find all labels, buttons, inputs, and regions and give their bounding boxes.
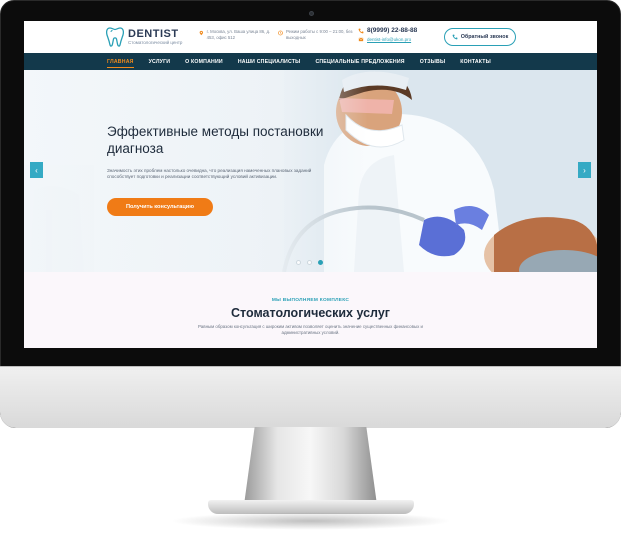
nav-item-offers[interactable]: Специальные предложения [315, 59, 404, 65]
slider-dots [296, 260, 329, 265]
nav-item-about[interactable]: О компании [185, 59, 223, 65]
hero-title: Эффективные методы постановки диагноза [107, 124, 324, 156]
callback-button[interactable]: Обратный звонок [444, 28, 516, 46]
slider-dot-2[interactable] [307, 260, 312, 265]
services-title: Стоматологических услуг [231, 306, 390, 320]
nav-item-reviews[interactable]: Отзывы [420, 59, 446, 65]
phone-icon [452, 34, 458, 40]
slider-dot-1[interactable] [296, 260, 301, 265]
header-hours: Режим работы с 9:00 – 21:00, без выходны… [278, 29, 358, 41]
website-screen: DENTIST Стоматологический центр г. Москв… [24, 21, 597, 348]
logo[interactable]: DENTIST Стоматологический центр [106, 27, 182, 47]
services-text: Равным образом консультация с широким ак… [198, 324, 423, 335]
chevron-left-icon: ‹ [35, 165, 38, 175]
chevron-right-icon: › [583, 165, 586, 175]
monitor-mockup: DENTIST Стоматологический центр г. Москв… [0, 0, 621, 540]
tooth-logo-icon [106, 27, 124, 47]
nav-item-home[interactable]: Главная [107, 59, 134, 68]
header-address: г. Москва, ул. Ваша улица 86, д. 453, оф… [199, 29, 279, 41]
nav-item-services[interactable]: Услуги [149, 59, 171, 65]
hero-text: Значимость этих проблем настолько очевид… [107, 168, 312, 180]
monitor-stand [244, 427, 377, 505]
clock-icon [278, 30, 283, 36]
hero-slider: Эффективные методы постановки диагноза З… [24, 70, 597, 272]
callback-label: Обратный звонок [460, 34, 509, 40]
header-contacts: 8(9999) 22-88-88 dentist-info@ukon.pro [358, 27, 417, 42]
monitor-shadow [170, 512, 452, 530]
services-section: Мы выполняем комплекс Стоматологических … [24, 272, 597, 348]
monitor-chin [0, 366, 621, 428]
site-header: DENTIST Стоматологический центр г. Москв… [24, 21, 597, 53]
consultation-button[interactable]: Получить консультацию [107, 198, 213, 216]
mail-icon [358, 37, 364, 42]
slider-next-button[interactable]: › [578, 162, 591, 178]
main-nav: Главная Услуги О компании Наши специалис… [24, 53, 597, 70]
slider-prev-button[interactable]: ‹ [30, 162, 43, 178]
slider-dot-3[interactable] [318, 260, 323, 265]
nav-item-contacts[interactable]: Контакты [460, 59, 491, 65]
location-pin-icon [199, 30, 204, 36]
logo-subtitle: Стоматологический центр [128, 39, 183, 45]
services-kicker: Мы выполняем комплекс [271, 298, 350, 303]
email-link[interactable]: dentist-info@ukon.pro [367, 37, 411, 42]
hours-text: Режим работы с 9:00 – 21:00, без выходны… [285, 29, 353, 40]
camera-icon [309, 11, 314, 16]
phone-icon [358, 28, 364, 34]
nav-item-specialists[interactable]: Наши специалисты [238, 59, 301, 65]
address-text: г. Москва, ул. Ваша улица 86, д. 453, оф… [206, 29, 271, 40]
logo-title: DENTIST [128, 27, 179, 40]
phone-link[interactable]: 8(9999) 22-88-88 [367, 27, 417, 34]
